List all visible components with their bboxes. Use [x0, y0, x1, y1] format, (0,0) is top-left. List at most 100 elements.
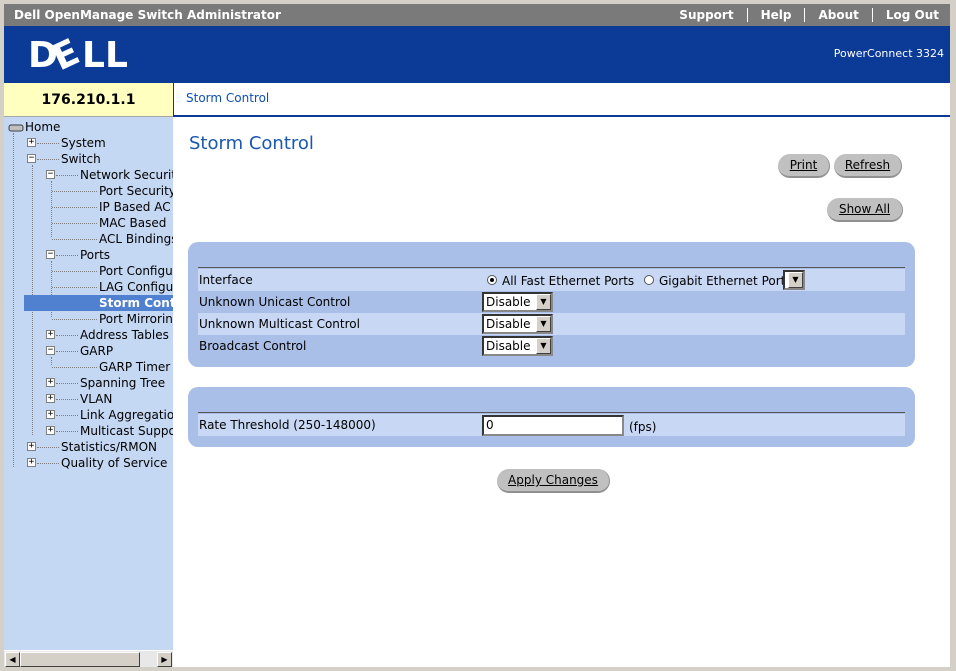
collapse-icon[interactable]: −: [27, 154, 36, 163]
tree-connector: [52, 271, 97, 272]
tree-connector: [52, 239, 97, 240]
window-frame-bottom: [0, 667, 956, 671]
tree-connector: [56, 335, 78, 336]
tree-connector: [56, 399, 78, 400]
expand-icon[interactable]: +: [27, 458, 36, 467]
expand-icon[interactable]: +: [46, 394, 55, 403]
page-title: Storm Control: [189, 133, 314, 154]
radio-all-fast-ethernet[interactable]: [487, 275, 497, 285]
collapse-icon[interactable]: −: [46, 250, 55, 259]
main-content: Storm Control Print Refresh Show All Int…: [173, 117, 950, 667]
tree-item-vlan[interactable]: VLAN: [80, 391, 112, 407]
multicast-select[interactable]: Disable ▼: [482, 314, 553, 334]
tree-item-system[interactable]: System: [61, 135, 106, 151]
tree-connector: [56, 175, 78, 176]
expand-icon[interactable]: +: [46, 410, 55, 419]
rate-threshold-row: Rate Threshold (250-148000) 0 (fps): [198, 414, 905, 436]
tree-connector: [52, 287, 97, 288]
tree-connector: [52, 319, 97, 320]
broadcast-select[interactable]: Disable ▼: [482, 336, 553, 356]
svg-text:LL: LL: [82, 38, 128, 72]
rate-threshold-panel: Rate Threshold (250-148000) 0 (fps): [188, 387, 915, 447]
tree-item-lag-configuration[interactable]: LAG Configu: [99, 279, 173, 295]
top-links: Support Help About Log Out: [666, 4, 952, 26]
radio-gigabit-ethernet[interactable]: [644, 275, 654, 285]
window-frame-right: [950, 0, 956, 671]
logout-link[interactable]: Log Out: [871, 8, 952, 22]
tree-item-ip-based-acl[interactable]: IP Based AC: [99, 199, 171, 215]
apply-changes-button[interactable]: Apply Changes: [497, 469, 610, 493]
tree-connector: [56, 383, 78, 384]
help-link[interactable]: Help: [746, 8, 805, 22]
tree-connector: [37, 143, 59, 144]
tree-guide: [51, 181, 52, 237]
scroll-right-icon[interactable]: ▶: [157, 652, 172, 667]
collapse-icon[interactable]: −: [46, 170, 55, 179]
tree-item-address-tables[interactable]: Address Tables: [80, 327, 169, 343]
show-all-button[interactable]: Show All: [827, 198, 903, 222]
collapse-icon[interactable]: −: [46, 346, 55, 355]
support-link[interactable]: Support: [666, 8, 746, 22]
tree-item-mac-based-acl[interactable]: MAC Based: [99, 215, 166, 231]
app-title: Dell OpenManage Switch Administrator: [14, 8, 281, 22]
expand-icon[interactable]: +: [46, 378, 55, 387]
broadcast-label: Broadcast Control: [199, 339, 307, 353]
broadcast-row: Broadcast Control Disable ▼: [198, 335, 905, 357]
tree-item-home[interactable]: Home: [8, 119, 60, 135]
tree-item-switch[interactable]: Switch: [61, 151, 101, 167]
tree-item-quality-of-service[interactable]: Quality of Service: [61, 455, 167, 471]
tree-connector: [52, 207, 97, 208]
print-button[interactable]: Print: [778, 154, 830, 178]
device-ip: 176.210.1.1: [4, 83, 173, 117]
interface-label: Interface: [199, 273, 253, 287]
expand-icon[interactable]: +: [46, 330, 55, 339]
tree-item-garp-timers[interactable]: GARP Timer: [99, 359, 170, 375]
tree-item-garp[interactable]: GARP: [80, 343, 113, 359]
tree-connector: [56, 255, 78, 256]
divider: [198, 267, 905, 268]
expand-icon[interactable]: +: [27, 442, 36, 451]
rate-threshold-input[interactable]: 0: [482, 415, 624, 436]
switch-icon: [8, 124, 24, 131]
breadcrumb[interactable]: Storm Control: [186, 91, 269, 105]
tree-item-storm-control[interactable]: Storm Contr: [24, 295, 173, 311]
tree-item-link-aggregation[interactable]: Link Aggregation: [80, 407, 173, 423]
about-link[interactable]: About: [804, 8, 871, 22]
chevron-down-icon: ▼: [536, 316, 551, 332]
tree-item-port-configuration[interactable]: Port Configur: [99, 263, 173, 279]
unicast-row: Unknown Unicast Control Disable ▼: [198, 291, 905, 313]
tree-item-port-security[interactable]: Port Security: [99, 183, 173, 199]
storm-control-panel: Interface All Fast Ethernet Ports Gigabi…: [188, 242, 915, 367]
multicast-row: Unknown Multicast Control Disable ▼: [198, 313, 905, 335]
unicast-select[interactable]: Disable ▼: [482, 292, 553, 312]
scroll-thumb[interactable]: [20, 652, 140, 667]
chevron-down-icon: ▼: [788, 272, 803, 288]
refresh-button[interactable]: Refresh: [834, 154, 902, 178]
title-bar: Dell OpenManage Switch Administrator Sup…: [4, 4, 952, 26]
tree-connector: [52, 367, 97, 368]
tree-item-port-mirroring[interactable]: Port Mirroring: [99, 311, 173, 327]
tree-item-ports[interactable]: Ports: [80, 247, 110, 263]
rate-threshold-label: Rate Threshold (250-148000): [199, 418, 376, 432]
expand-icon[interactable]: +: [27, 138, 36, 147]
tree-item-network-security[interactable]: Network Securit: [80, 167, 173, 183]
tree-connector: [56, 431, 78, 432]
tree-connector: [52, 223, 97, 224]
unicast-label: Unknown Unicast Control: [199, 295, 351, 309]
tree-item-spanning-tree[interactable]: Spanning Tree: [80, 375, 165, 391]
scroll-left-icon[interactable]: ◀: [5, 652, 20, 667]
tree-connector: [56, 415, 78, 416]
breadcrumb-bar: Storm Control: [173, 83, 952, 117]
gigabit-port-select[interactable]: ▼: [783, 270, 805, 290]
chevron-down-icon: ▼: [536, 338, 551, 354]
tree-connector: [37, 159, 59, 160]
tree-item-acl-bindings[interactable]: ACL Bindings: [99, 231, 173, 247]
expand-icon[interactable]: +: [46, 426, 55, 435]
tree-item-multicast-support[interactable]: Multicast Suppo: [80, 423, 173, 439]
radio-all-fast-ethernet-label: All Fast Ethernet Ports: [502, 274, 635, 288]
chevron-down-icon: ▼: [536, 294, 551, 310]
tree-connector: [56, 351, 78, 352]
tree-item-statistics-rmon[interactable]: Statistics/RMON: [61, 439, 157, 455]
tree-horizontal-scrollbar[interactable]: ◀ ▶: [4, 650, 173, 667]
product-name: PowerConnect 3324: [833, 47, 944, 60]
